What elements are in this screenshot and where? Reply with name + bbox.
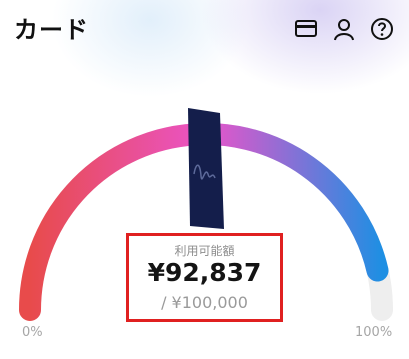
credit-limit-amount: / ¥100,000 (161, 293, 248, 312)
available-balance-label: 利用可能額 (174, 244, 235, 258)
gauge-min-label: 0% (22, 325, 43, 340)
gauge-max-label: 100% (355, 325, 393, 340)
card-image (184, 104, 226, 231)
available-balance-panel: 利用可能額 ¥92,837 / ¥100,000 (126, 233, 283, 322)
available-balance-amount: ¥92,837 (147, 258, 262, 287)
